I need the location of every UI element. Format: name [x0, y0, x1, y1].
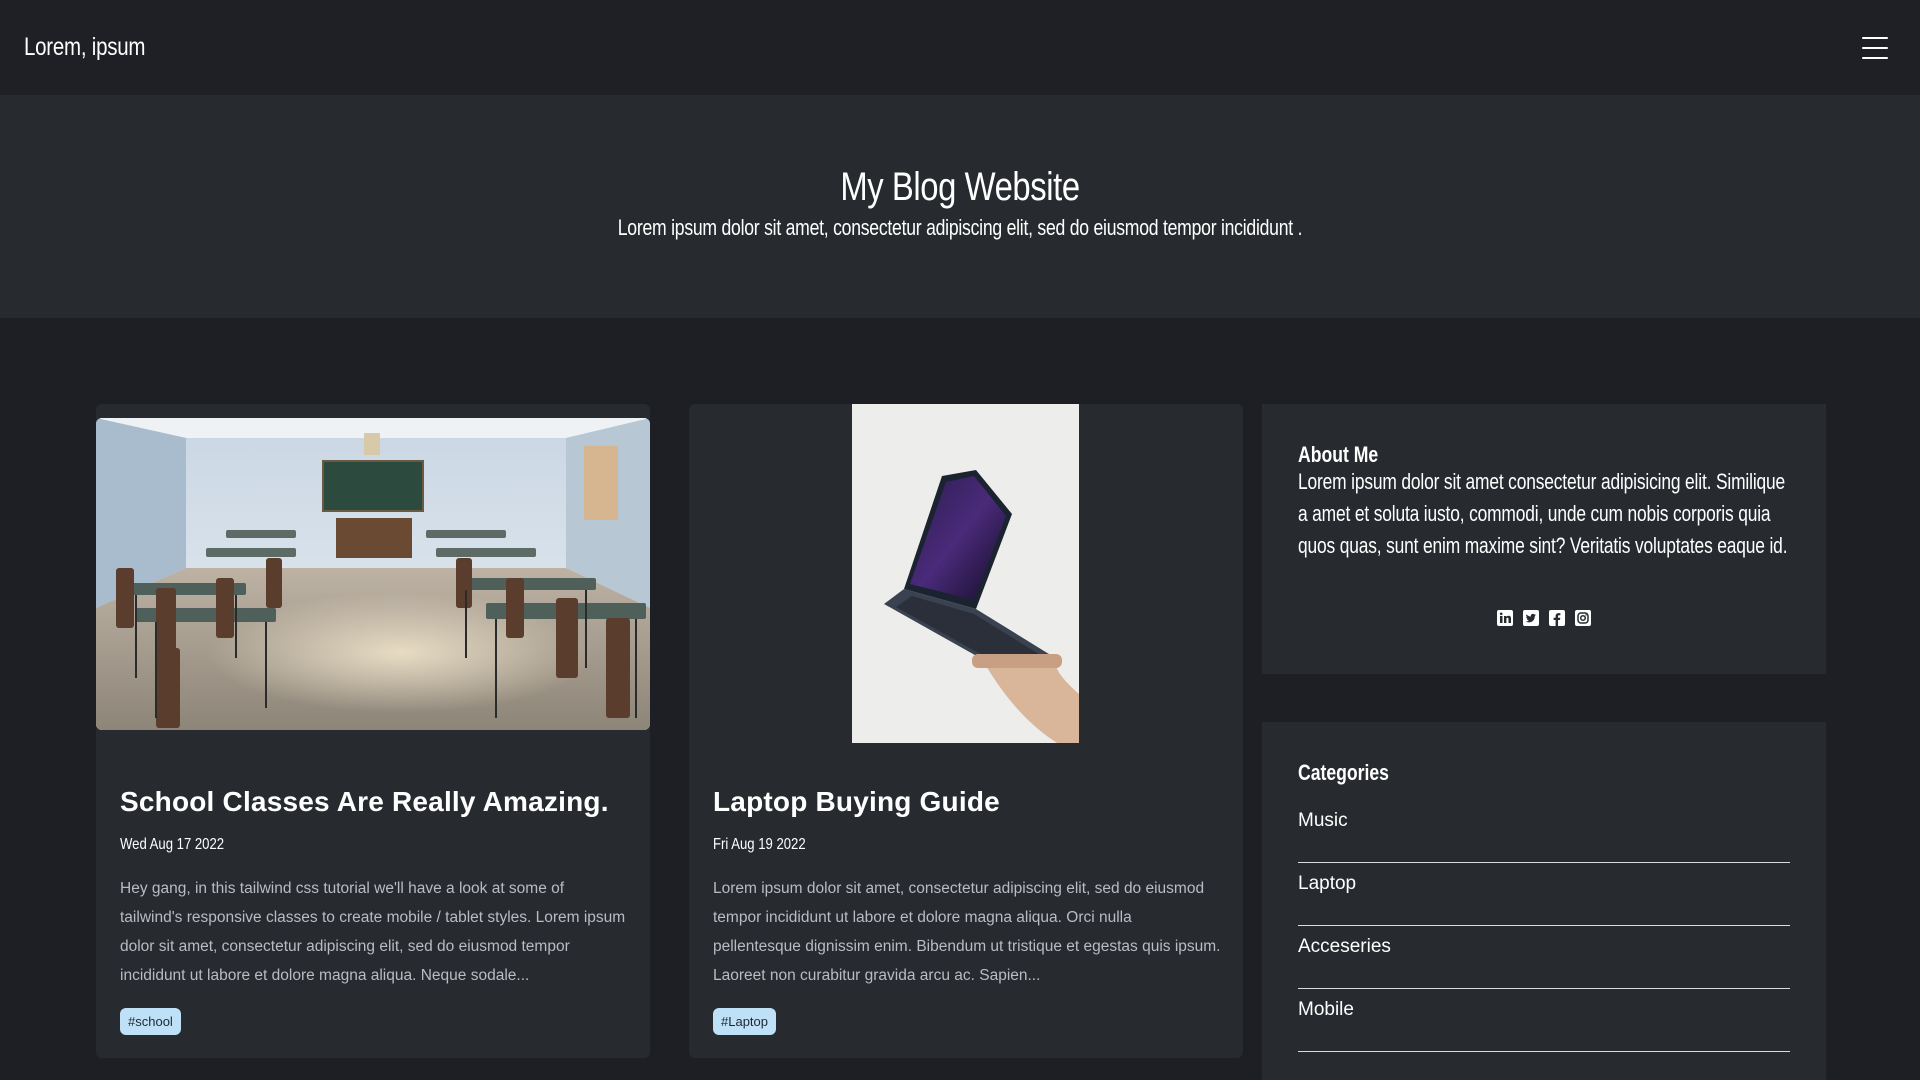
- hero-subtitle: Lorem ipsum dolor sit amet, consectetur …: [617, 215, 1303, 240]
- category-item-laptop[interactable]: Laptop: [1298, 863, 1790, 926]
- category-item-mobile[interactable]: Mobile: [1298, 989, 1790, 1052]
- blog-post-card[interactable]: School Classes Are Really Amazing. Wed A…: [96, 404, 650, 1058]
- hamburger-line: [1862, 46, 1888, 49]
- navbar: Lorem, ipsum: [0, 0, 1920, 95]
- laptop-photo[interactable]: [852, 404, 1079, 743]
- about-me-widget: About Me Lorem ipsum dolor sit amet cons…: [1262, 404, 1826, 674]
- post-excerpt: Lorem ipsum dolor sit amet, consectetur …: [713, 880, 1221, 984]
- blog-post-card[interactable]: Laptop Buying Guide Fri Aug 19 2022 Lore…: [689, 404, 1243, 1058]
- post-date: Wed Aug 17 2022: [120, 836, 225, 853]
- facebook-icon[interactable]: [1547, 608, 1567, 628]
- twitter-icon[interactable]: [1521, 608, 1541, 628]
- hamburger-line: [1862, 56, 1888, 59]
- categories-list: Music Laptop Acceseries Mobile: [1298, 800, 1790, 1052]
- post-tag[interactable]: #Laptop: [713, 1008, 776, 1035]
- about-text: Lorem ipsum dolor sit amet consectetur a…: [1298, 469, 1788, 558]
- post-date: Fri Aug 19 2022: [713, 836, 806, 853]
- category-item-music[interactable]: Music: [1298, 800, 1790, 863]
- instagram-icon[interactable]: [1573, 608, 1593, 628]
- hero-banner: My Blog Website Lorem ipsum dolor sit am…: [0, 95, 1920, 318]
- linkedin-icon[interactable]: [1495, 608, 1515, 628]
- post-tag[interactable]: #school: [120, 1008, 181, 1035]
- post-title[interactable]: Laptop Buying Guide: [713, 786, 1000, 818]
- hamburger-menu-icon[interactable]: [1862, 36, 1888, 59]
- about-title: About Me: [1298, 442, 1379, 467]
- category-item-acceseries[interactable]: Acceseries: [1298, 926, 1790, 989]
- categories-title: Categories: [1298, 760, 1389, 785]
- categories-widget: Categories Music Laptop Acceseries Mobil…: [1262, 722, 1826, 1080]
- hamburger-line: [1862, 36, 1888, 39]
- post-excerpt: Hey gang, in this tailwind css tutorial …: [120, 880, 626, 984]
- social-links: [1262, 608, 1826, 628]
- site-brand[interactable]: Lorem, ipsum: [24, 33, 145, 62]
- classroom-photo[interactable]: [96, 418, 650, 730]
- hero-title: My Blog Website: [840, 165, 1080, 209]
- post-title[interactable]: School Classes Are Really Amazing.: [120, 786, 609, 818]
